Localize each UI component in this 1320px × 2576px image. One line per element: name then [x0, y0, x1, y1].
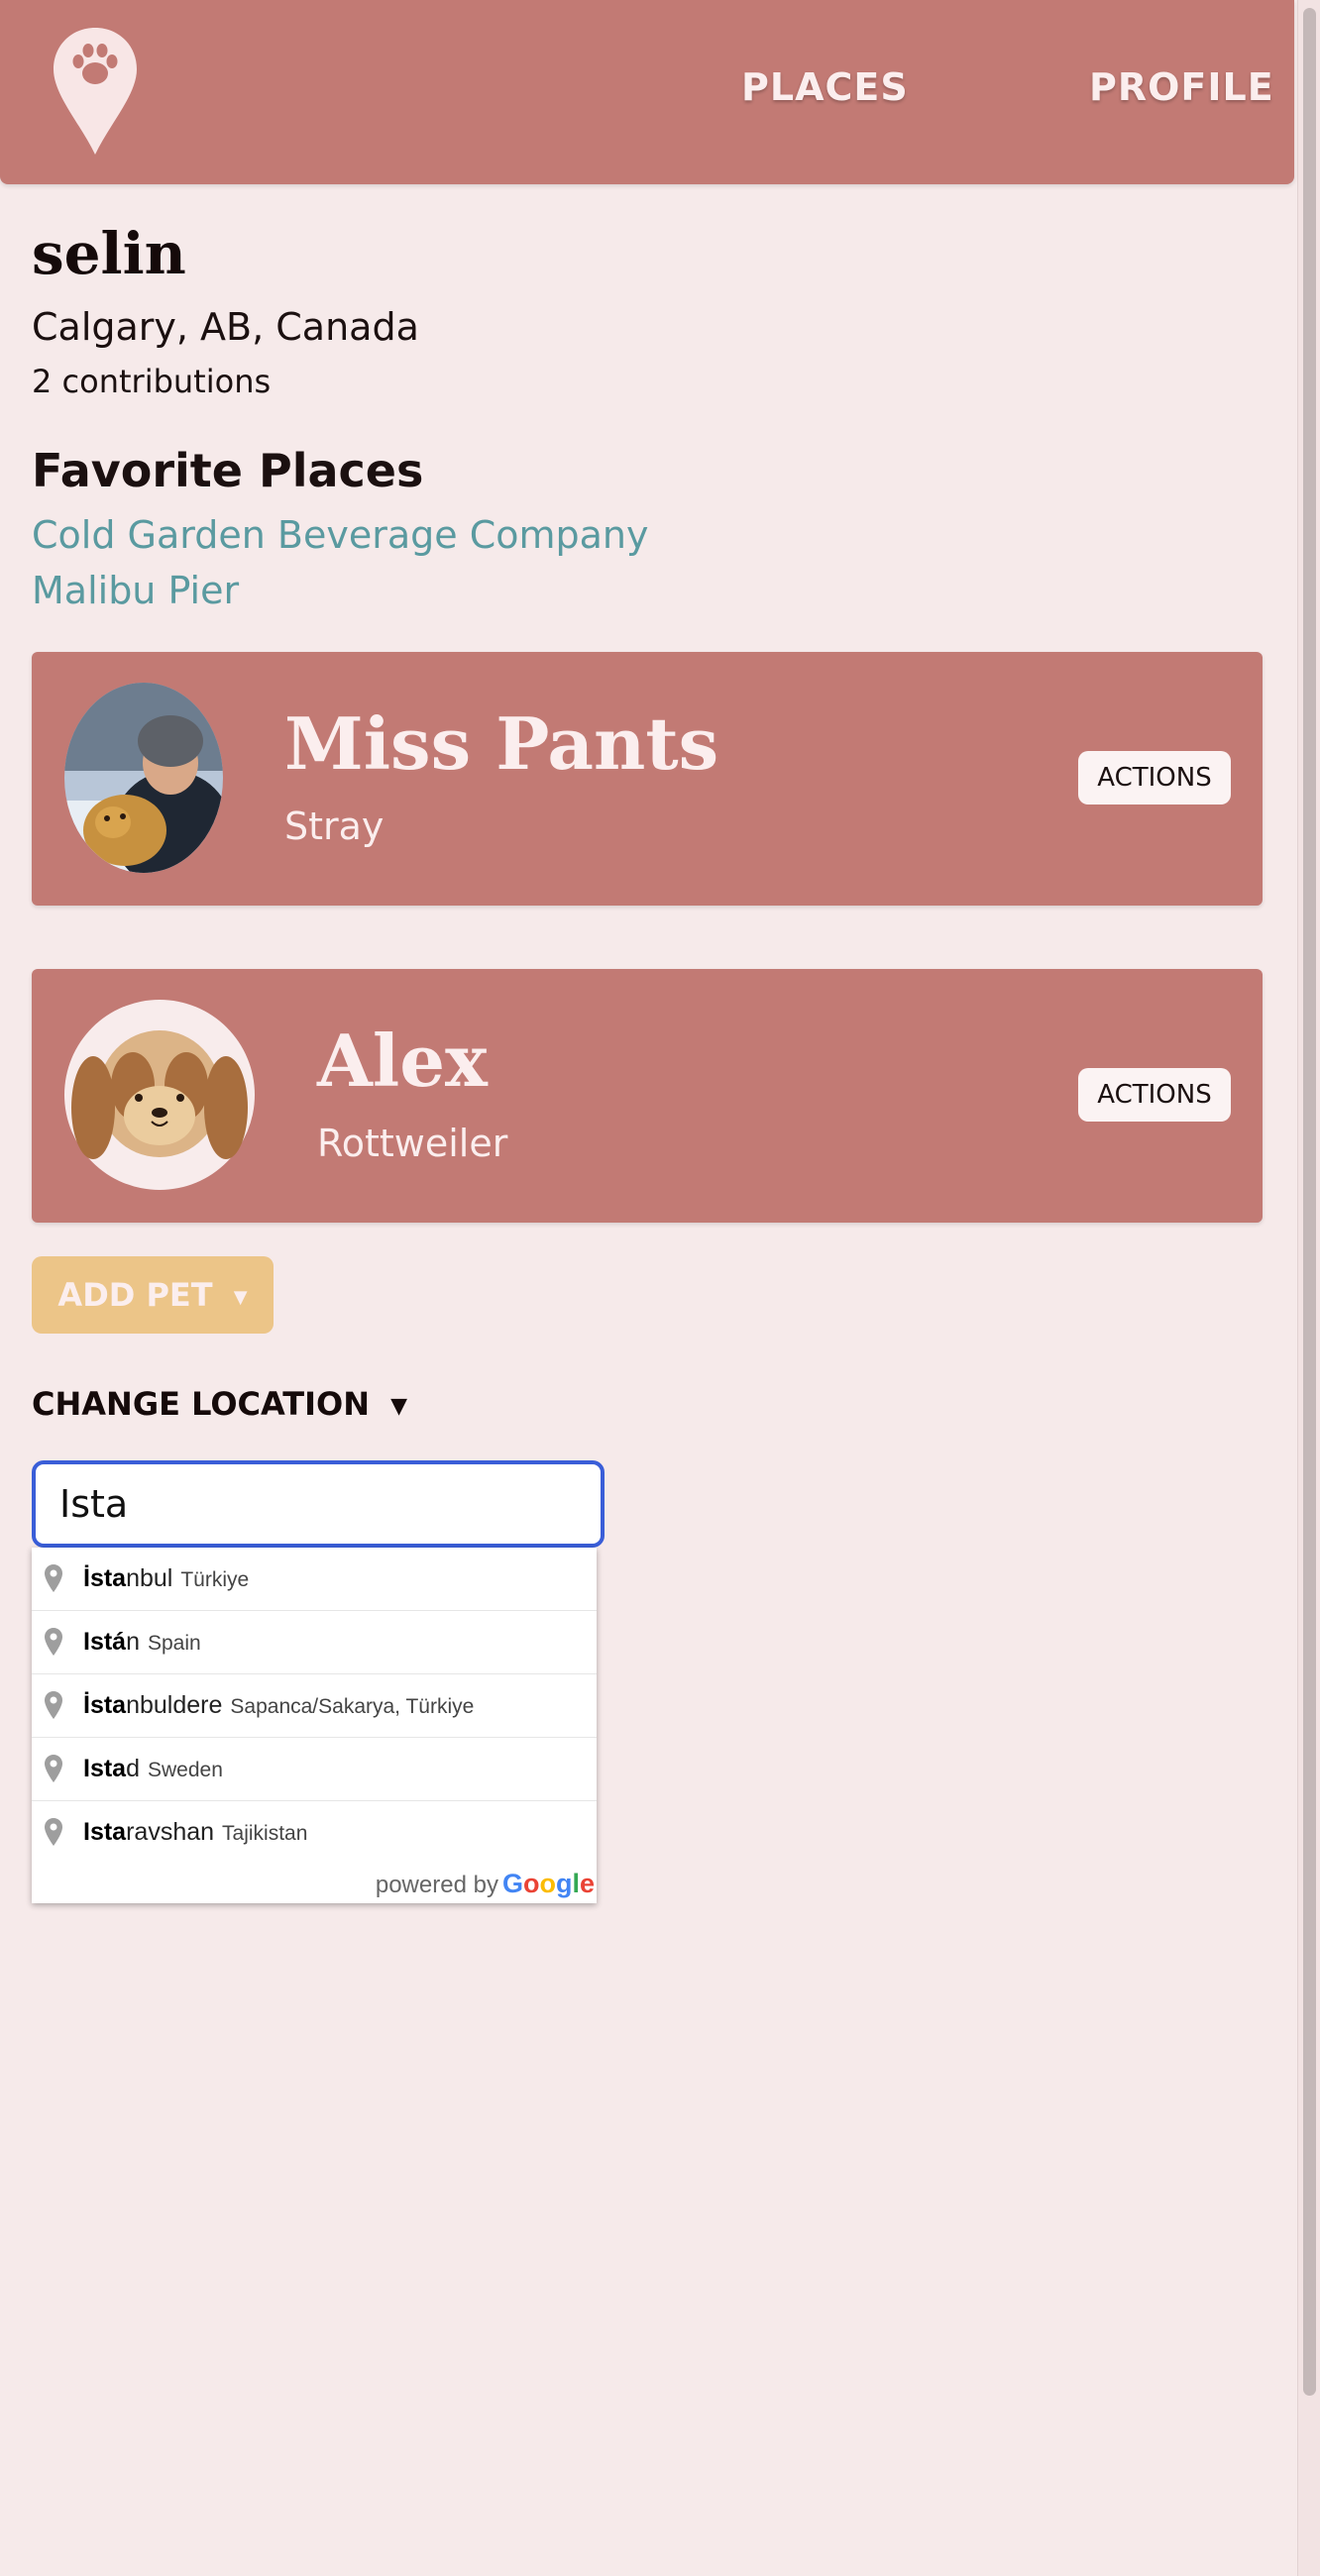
- pet-photo-avatar: [64, 683, 223, 873]
- map-pin-icon: [45, 1818, 62, 1846]
- suggestion-rest: ravshan: [126, 1818, 215, 1846]
- change-location-toggle[interactable]: CHANGE LOCATION ▼: [32, 1385, 407, 1423]
- caret-down-icon: ▼: [233, 1286, 248, 1308]
- nav-profile-link[interactable]: PROFILE: [1089, 65, 1274, 109]
- google-letter: o: [539, 1869, 556, 1898]
- pet-actions-button[interactable]: ACTIONS: [1078, 751, 1231, 805]
- pet-card: Alex Rottweiler ACTIONS: [32, 969, 1263, 1223]
- pet-breed: Rottweiler: [317, 1122, 508, 1165]
- autocomplete-suggestion[interactable]: İstanbul Türkiye: [32, 1548, 597, 1610]
- map-pin-icon: [45, 1755, 62, 1782]
- suggestion-match: Ista: [83, 1755, 127, 1782]
- nav-places-link[interactable]: PLACES: [741, 65, 909, 109]
- pet-card: Miss Pants Stray ACTIONS: [32, 652, 1263, 906]
- suggestion-rest: n: [126, 1628, 140, 1656]
- change-location-label: CHANGE LOCATION: [32, 1385, 371, 1423]
- profile-contributions: 2 contributions: [32, 363, 272, 400]
- autocomplete-suggestion[interactable]: İstanbuldere Sapanca/Sakarya, Türkiye: [32, 1673, 597, 1737]
- suggestion-secondary: Türkiye: [180, 1568, 250, 1591]
- suggestion-secondary: Sweden: [148, 1759, 223, 1781]
- location-autocomplete-dropdown: İstanbul Türkiye Istán Spain İstanbuldere S…: [32, 1548, 597, 1903]
- powered-by-google: powered by Google: [32, 1864, 597, 1903]
- page-scrollbar[interactable]: [1297, 0, 1320, 2576]
- powered-by-text: powered by: [375, 1872, 498, 1898]
- google-letter: e: [579, 1869, 595, 1898]
- map-pin-icon: [45, 1564, 62, 1592]
- google-letter: l: [572, 1869, 580, 1898]
- profile-username: selin: [32, 220, 186, 287]
- pet-breed: Stray: [284, 805, 385, 848]
- suggestion-rest: nbul: [126, 1564, 173, 1592]
- pet-name: Alex: [317, 1019, 488, 1103]
- favorite-place-link[interactable]: Cold Garden Beverage Company: [32, 513, 648, 557]
- favorite-places-heading: Favorite Places: [32, 444, 424, 497]
- suggestion-match: İsta: [83, 1564, 127, 1592]
- suggestion-rest: d: [126, 1755, 140, 1782]
- add-pet-button[interactable]: ADD PET ▼: [32, 1256, 274, 1334]
- add-pet-label: ADD PET: [57, 1276, 213, 1314]
- google-logo: Google: [502, 1869, 595, 1898]
- pet-name: Miss Pants: [284, 701, 719, 786]
- suggestion-secondary: Sapanca/Sakarya, Türkiye: [230, 1695, 475, 1718]
- google-letter: o: [522, 1869, 540, 1898]
- suggestion-match: İsta: [83, 1691, 127, 1719]
- autocomplete-suggestion[interactable]: Istad Sweden: [32, 1737, 597, 1800]
- caret-down-icon: ▼: [390, 1393, 408, 1419]
- scrollbar-thumb[interactable]: [1303, 8, 1316, 2396]
- suggestion-secondary: Spain: [148, 1632, 201, 1655]
- app-header: PLACES PROFILE: [0, 0, 1294, 184]
- suggestion-match: Istá: [83, 1628, 127, 1656]
- pet-actions-button[interactable]: ACTIONS: [1078, 1068, 1231, 1122]
- location-search-input[interactable]: [32, 1460, 605, 1548]
- autocomplete-suggestion[interactable]: Istaravshan Tajikistan: [32, 1800, 597, 1864]
- suggestion-secondary: Tajikistan: [222, 1822, 308, 1845]
- profile-location: Calgary, AB, Canada: [32, 305, 419, 349]
- suggestion-rest: nbuldere: [126, 1691, 223, 1719]
- google-letter: G: [501, 1869, 523, 1898]
- dog-face-avatar: [64, 1000, 255, 1190]
- autocomplete-suggestion[interactable]: Istán Spain: [32, 1610, 597, 1673]
- favorite-place-link[interactable]: Malibu Pier: [32, 569, 239, 612]
- suggestion-match: Ista: [83, 1818, 127, 1846]
- map-pin-icon: [45, 1691, 62, 1719]
- paw-location-pin-icon[interactable]: [52, 26, 139, 157]
- google-letter: g: [555, 1869, 573, 1898]
- map-pin-icon: [45, 1628, 62, 1656]
